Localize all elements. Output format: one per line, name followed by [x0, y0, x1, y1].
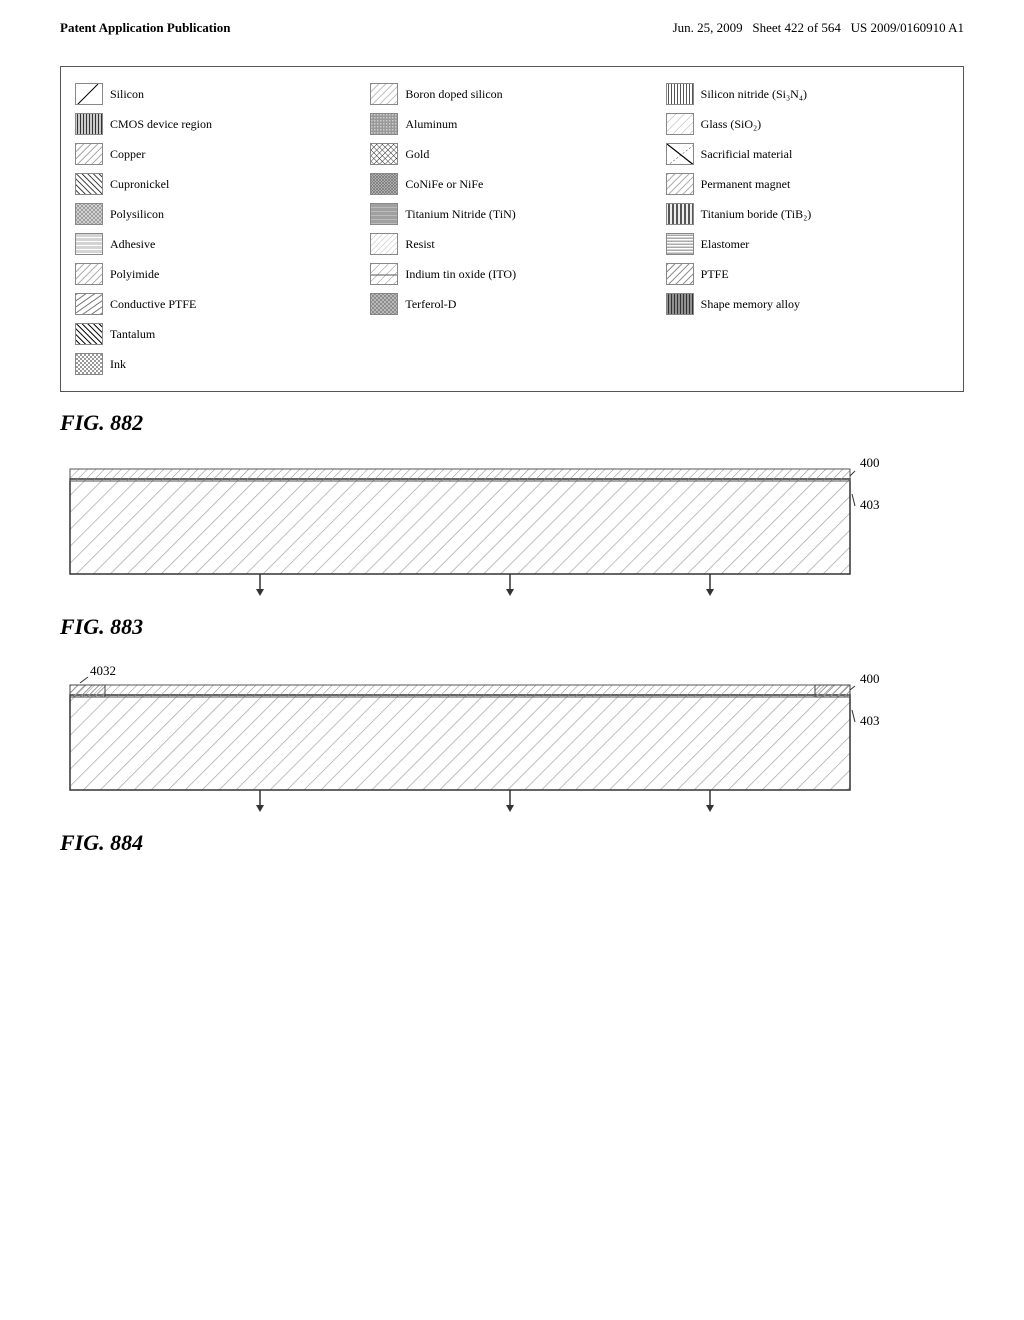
- legend-label-ito: Indium tin oxide (ITO): [405, 267, 516, 282]
- legend-item-adhesive: Adhesive: [69, 229, 364, 259]
- fig884-label-4032: 4032: [90, 663, 116, 678]
- fig883-svg: 4006 4031: [60, 454, 880, 604]
- fig884-label-4006: 4006: [860, 671, 880, 686]
- legend-item-titanium-nitride: Titanium Nitride (TiN): [364, 199, 659, 229]
- legend-label-resist: Resist: [405, 237, 434, 252]
- legend-item-resist: Resist: [364, 229, 659, 259]
- fig884-label: FIG. 884: [60, 830, 964, 856]
- legend-label-sacrificial: Sacrificial material: [701, 147, 793, 162]
- header-sheet: Sheet 422 of 564: [752, 20, 840, 35]
- swatch-conductive-ptfe: [75, 293, 103, 315]
- legend-item-cupronickel: Cupronickel: [69, 169, 364, 199]
- legend-label-aluminum: Aluminum: [405, 117, 457, 132]
- legend-item-boron: Boron doped silicon: [364, 79, 659, 109]
- swatch-boron: [370, 83, 398, 105]
- swatch-terfonol: [370, 293, 398, 315]
- legend-item-ink: Ink: [69, 349, 364, 379]
- legend-label-ptfe: PTFE: [701, 267, 729, 282]
- swatch-resist: [370, 233, 398, 255]
- fig883-label-4031: 4031: [860, 497, 880, 512]
- swatch-titanium-nitride: [370, 203, 398, 225]
- legend-label-glass: Glass (SiO₂): [701, 117, 762, 132]
- legend-label-permanent: Permanent magnet: [701, 177, 791, 192]
- swatch-copper: [75, 143, 103, 165]
- legend-item-gold: Gold: [364, 139, 659, 169]
- swatch-glass: [666, 113, 694, 135]
- legend-item-shape-memory: Shape memory alloy: [660, 289, 955, 319]
- legend-item-silicon-nitride: Silicon nitride (Si₃N₄): [660, 79, 955, 109]
- swatch-permanent: [666, 173, 694, 195]
- swatch-polysilicon: [75, 203, 103, 225]
- legend-label-tantalum: Tantalum: [110, 327, 155, 342]
- legend-label-shape-memory: Shape memory alloy: [701, 297, 800, 312]
- fig884-svg: 4032 4006 4031: [60, 660, 880, 820]
- legend-item-glass: Glass (SiO₂): [660, 109, 955, 139]
- fig884-container: 4032 4006 4031: [60, 660, 880, 825]
- legend-item-silicon: Silicon: [69, 79, 364, 109]
- legend-item-conife: CoNiFe or NiFe: [364, 169, 659, 199]
- header-info: Jun. 25, 2009 Sheet 422 of 564 US 2009/0…: [673, 20, 964, 36]
- legend-label-boron: Boron doped silicon: [405, 87, 502, 102]
- legend-label-ink: Ink: [110, 357, 126, 372]
- legend-item-conductive-ptfe: Conductive PTFE: [69, 289, 364, 319]
- swatch-gold: [370, 143, 398, 165]
- swatch-polyimide: [75, 263, 103, 285]
- legend-item-terfonol: Terferol-D: [364, 289, 659, 319]
- swatch-ptfe: [666, 263, 694, 285]
- legend-label-cmos: CMOS device region: [110, 117, 212, 132]
- swatch-sacrificial: [666, 143, 694, 165]
- header-date: Jun. 25, 2009: [673, 20, 743, 35]
- swatch-titanium-boride: [666, 203, 694, 225]
- legend-label-titanium-boride: Titanium boride (TiB₂): [701, 207, 812, 222]
- legend-item-titanium-boride: Titanium boride (TiB₂): [660, 199, 955, 229]
- legend-label-conductive-ptfe: Conductive PTFE: [110, 297, 196, 312]
- legend-item-polyimide: Polyimide: [69, 259, 364, 289]
- swatch-adhesive: [75, 233, 103, 255]
- swatch-silicon: [75, 83, 103, 105]
- legend-label-polysilicon: Polysilicon: [110, 207, 164, 222]
- legend-item-tantalum: Tantalum: [69, 319, 364, 349]
- swatch-shape-memory: [666, 293, 694, 315]
- legend-label-elastomer: Elastomer: [701, 237, 750, 252]
- legend-item-cmos: CMOS device region: [69, 109, 364, 139]
- swatch-silicon-nitride: [666, 83, 694, 105]
- fig882-label: FIG. 882: [60, 410, 964, 436]
- swatch-aluminum: [370, 113, 398, 135]
- legend-label-terfonol: Terferol-D: [405, 297, 456, 312]
- legend-label-titanium-nitride: Titanium Nitride (TiN): [405, 207, 515, 222]
- legend-item-ito: Indium tin oxide (ITO): [364, 259, 659, 289]
- swatch-ito: [370, 263, 398, 285]
- legend-item-permanent: Permanent magnet: [660, 169, 955, 199]
- fig884-label-4031: 4031: [860, 713, 880, 728]
- legend-label-copper: Copper: [110, 147, 145, 162]
- legend-label-adhesive: Adhesive: [110, 237, 155, 252]
- legend-box: Silicon Boron doped silicon Silicon nitr…: [60, 66, 964, 392]
- legend-label-silicon-nitride: Silicon nitride (Si₃N₄): [701, 87, 807, 102]
- legend-item-sacrificial: Sacrificial material: [660, 139, 955, 169]
- legend-label-conife: CoNiFe or NiFe: [405, 177, 483, 192]
- swatch-cmos: [75, 113, 103, 135]
- fig883-label: FIG. 883: [60, 614, 964, 640]
- legend-label-polyimide: Polyimide: [110, 267, 159, 282]
- legend-item-ptfe: PTFE: [660, 259, 955, 289]
- swatch-elastomer: [666, 233, 694, 255]
- legend-item-elastomer: Elastomer: [660, 229, 955, 259]
- legend-item-aluminum: Aluminum: [364, 109, 659, 139]
- header-patent: US 2009/0160910 A1: [851, 20, 964, 35]
- swatch-ink: [75, 353, 103, 375]
- legend-label-cupronickel: Cupronickel: [110, 177, 169, 192]
- swatch-tantalum: [75, 323, 103, 345]
- fig883-container: 4006 4031: [60, 454, 880, 609]
- legend-item-copper: Copper: [69, 139, 364, 169]
- header-publication-label: Patent Application Publication: [60, 20, 230, 36]
- fig883-label-4006: 4006: [860, 455, 880, 470]
- legend-label-gold: Gold: [405, 147, 429, 162]
- legend-label-silicon: Silicon: [110, 87, 144, 102]
- swatch-cupronickel: [75, 173, 103, 195]
- page-header: Patent Application Publication Jun. 25, …: [60, 20, 964, 36]
- legend-item-polysilicon: Polysilicon: [69, 199, 364, 229]
- swatch-conife: [370, 173, 398, 195]
